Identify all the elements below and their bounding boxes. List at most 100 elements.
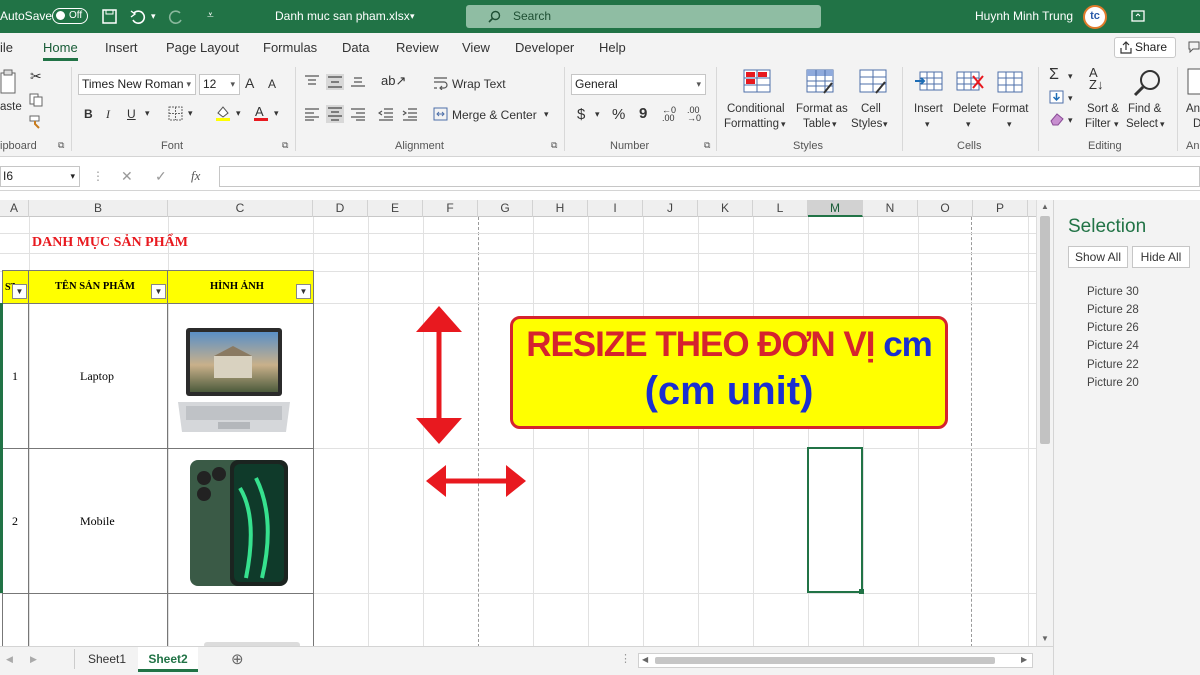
sort-filter-label-2[interactable]: Filter: [1085, 118, 1111, 130]
selected-cell-range[interactable]: [807, 447, 863, 593]
font-size-combo[interactable]: 12 ▾: [199, 74, 240, 95]
borders-dropdown-icon[interactable]: ▾: [188, 108, 193, 119]
formula-bar-grip-icon[interactable]: ⋮: [92, 169, 104, 183]
column-header-d[interactable]: D: [313, 200, 368, 217]
merge-dropdown-icon[interactable]: ▾: [544, 109, 549, 120]
find-select-button[interactable]: Find &: [1128, 103, 1161, 115]
avatar[interactable]: tc: [1083, 5, 1107, 29]
insert-cells-icon[interactable]: [914, 70, 944, 94]
add-sheet-icon[interactable]: ⊕: [231, 650, 244, 668]
selection-item-picture-26[interactable]: Picture 26: [1087, 322, 1139, 334]
font-color-icon[interactable]: A: [252, 104, 270, 122]
sort-filter-icon[interactable]: A Z↓: [1089, 66, 1103, 91]
share-button[interactable]: Share: [1114, 37, 1176, 58]
tab-page-layout[interactable]: Page Layout: [166, 40, 239, 55]
column-header-c[interactable]: C: [168, 200, 313, 217]
filter-dropdown-icon[interactable]: ▼: [296, 284, 311, 299]
resize-banner[interactable]: RESIZE THEO ĐƠN VỊ cm (cm unit): [510, 316, 948, 429]
fill-color-icon[interactable]: [214, 104, 232, 122]
tab-help[interactable]: Help: [599, 40, 626, 55]
percent-style-button[interactable]: %: [612, 106, 625, 123]
cell-styles-icon[interactable]: [859, 69, 887, 95]
underline-button[interactable]: U: [127, 107, 136, 121]
format-as-table-label-2[interactable]: Table: [803, 118, 831, 130]
header-product-name[interactable]: TÊN SẢN PHẨM: [55, 281, 135, 292]
vertical-scrollbar[interactable]: ▲ ▼: [1036, 200, 1053, 646]
font-color-dropdown-icon[interactable]: ▾: [274, 108, 279, 119]
alignment-dialog-launcher-icon[interactable]: ⧉: [551, 140, 557, 151]
undo-dropdown-icon[interactable]: ▾: [151, 11, 156, 22]
row-1-name[interactable]: Laptop: [80, 369, 114, 384]
copy-icon[interactable]: [29, 93, 43, 107]
insert-cells-button[interactable]: Insert: [914, 103, 943, 115]
selection-item-picture-28[interactable]: Picture 28: [1087, 304, 1139, 316]
sort-filter-button[interactable]: Sort &: [1087, 103, 1119, 115]
clear-dropdown-icon[interactable]: ▾: [1068, 115, 1073, 126]
decrease-font-size-icon[interactable]: A: [268, 77, 276, 91]
conditional-formatting-button[interactable]: Conditional: [727, 103, 785, 115]
column-header-i[interactable]: I: [588, 200, 643, 217]
comments-icon[interactable]: [1188, 41, 1200, 53]
save-icon[interactable]: [102, 9, 117, 24]
file-name[interactable]: Danh muc san pham.xlsx: [275, 9, 410, 23]
font-name-combo[interactable]: Times New Roman ▾: [78, 74, 196, 95]
selection-item-picture-30[interactable]: Picture 30: [1087, 286, 1139, 298]
formula-input[interactable]: [219, 166, 1200, 187]
column-header-h[interactable]: H: [533, 200, 588, 217]
column-header-k[interactable]: K: [698, 200, 753, 217]
currency-dropdown-icon[interactable]: ▾: [595, 109, 600, 120]
font-dialog-launcher-icon[interactable]: ⧉: [282, 140, 288, 151]
analyze-data-button[interactable]: An: [1186, 103, 1200, 115]
align-right-icon[interactable]: [350, 107, 366, 121]
autosave-toggle[interactable]: Off: [52, 8, 88, 24]
paste-label[interactable]: aste: [0, 101, 22, 113]
conditional-formatting-icon[interactable]: [743, 69, 771, 95]
wrap-text-button[interactable]: Wrap Text: [452, 77, 506, 91]
selection-item-picture-20[interactable]: Picture 20: [1087, 377, 1139, 389]
column-header-b[interactable]: B: [29, 200, 168, 217]
find-select-icon[interactable]: [1133, 69, 1161, 97]
middle-align-icon[interactable]: [326, 74, 344, 90]
analyze-data-icon[interactable]: [1187, 68, 1200, 96]
clipboard-dialog-launcher-icon[interactable]: ⧉: [58, 140, 64, 151]
comma-style-button[interactable]: 9: [639, 105, 647, 122]
italic-button[interactable]: I: [106, 107, 110, 122]
orientation-icon[interactable]: ab↗: [381, 73, 406, 89]
filter-dropdown-icon[interactable]: ▼: [12, 284, 27, 299]
selection-item-picture-22[interactable]: Picture 22: [1087, 359, 1139, 371]
increase-decimal-icon[interactable]: ←0.00: [662, 106, 676, 123]
name-box[interactable]: I6 ▾: [0, 166, 80, 187]
customize-quick-access-icon[interactable]: ⩡: [207, 8, 214, 23]
find-select-label-2[interactable]: Select: [1126, 118, 1158, 130]
format-cells-button[interactable]: Format: [992, 103, 1028, 115]
file-name-dropdown-icon[interactable]: ▾: [410, 11, 415, 22]
row-2-stt[interactable]: 2: [12, 514, 18, 529]
column-header-l[interactable]: L: [753, 200, 808, 217]
horizontal-scrollbar[interactable]: ◀ ▶: [638, 653, 1033, 668]
bold-button[interactable]: B: [84, 107, 93, 121]
tab-insert[interactable]: Insert: [105, 40, 138, 55]
number-format-combo[interactable]: General ▾: [571, 74, 706, 95]
filter-dropdown-icon[interactable]: ▼: [151, 284, 166, 299]
autosum-dropdown-icon[interactable]: ▾: [1068, 71, 1073, 82]
bottom-align-icon[interactable]: [350, 74, 366, 88]
fill-dropdown-icon[interactable]: ▾: [1068, 93, 1073, 104]
fill-color-dropdown-icon[interactable]: ▾: [236, 108, 241, 119]
borders-icon[interactable]: [168, 106, 184, 121]
sheet-tab-sheet2[interactable]: Sheet2: [138, 647, 198, 672]
delete-cells-icon[interactable]: [955, 70, 985, 94]
next-sheet-icon[interactable]: ▶: [30, 654, 37, 665]
tab-review[interactable]: Review: [396, 40, 439, 55]
column-header-f[interactable]: F: [423, 200, 478, 217]
redo-icon[interactable]: [168, 9, 184, 24]
scroll-left-icon[interactable]: ◀: [642, 655, 648, 664]
clear-icon[interactable]: [1049, 112, 1065, 126]
header-image[interactable]: HÌNH ẢNH: [210, 281, 264, 292]
delete-cells-button[interactable]: Delete: [953, 103, 986, 115]
increase-indent-icon[interactable]: [402, 107, 418, 121]
paste-icon[interactable]: [0, 69, 18, 99]
confirm-entry-icon[interactable]: ✓: [155, 168, 167, 185]
wrap-text-icon[interactable]: [433, 76, 448, 90]
horizontal-scroll-thumb[interactable]: [655, 657, 995, 664]
scroll-up-icon[interactable]: ▲: [1041, 202, 1049, 211]
